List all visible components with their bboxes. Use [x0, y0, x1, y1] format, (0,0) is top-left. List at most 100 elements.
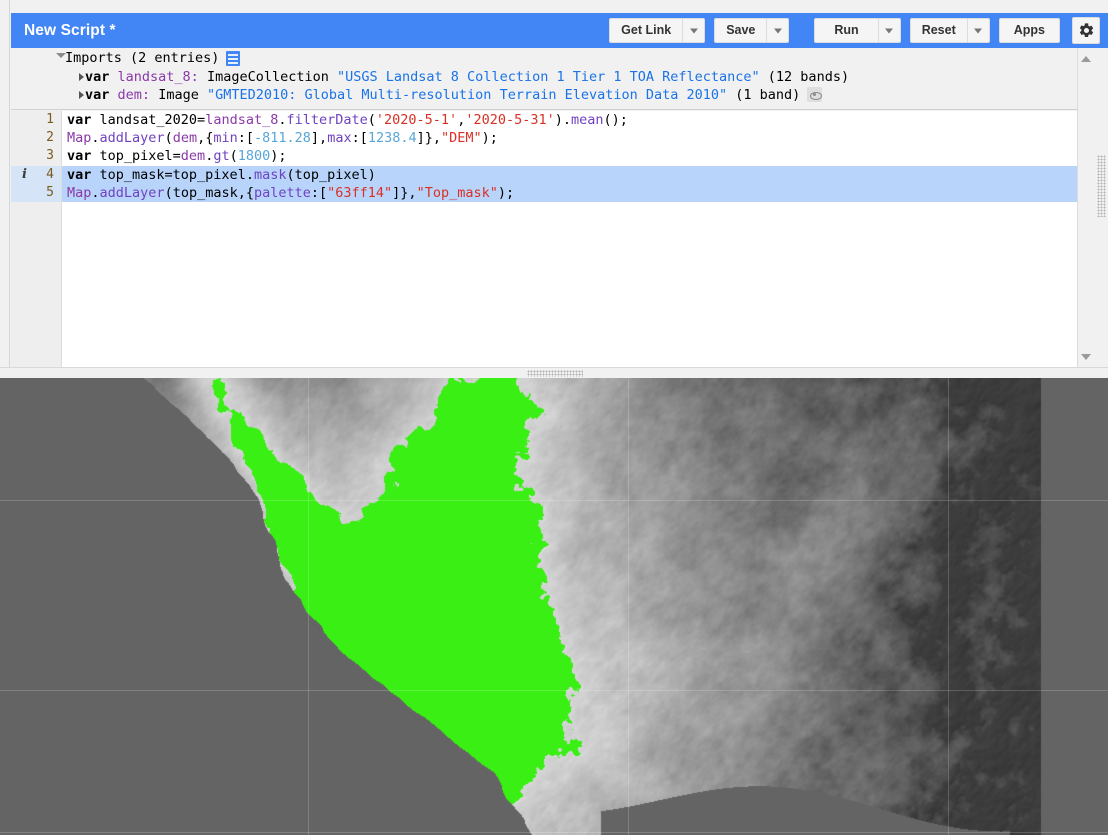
code-token: filterDate	[286, 112, 368, 128]
reset-button[interactable]: Reset	[909, 18, 968, 43]
panel-resize-grip[interactable]	[1097, 155, 1106, 217]
code-line[interactable]: 2 Map.addLayer(dem,{min:[-811.28],max:[12…	[11, 129, 1094, 148]
code-line[interactable]: 5 Map.addLayer(top_mask,{palette:["63ff14…	[11, 183, 1094, 202]
map-raster-layers[interactable]	[0, 378, 1108, 835]
imports-header[interactable]: Imports (2 entries)	[11, 48, 1094, 68]
horizontal-splitter[interactable]	[0, 367, 1108, 378]
import-bands: (1 band)	[735, 87, 801, 103]
code-editor[interactable]: 1 var landsat_2020=landsat_8.filterDate('…	[11, 111, 1094, 367]
code-token: ],	[310, 130, 328, 147]
editor-vertical-scrollbar[interactable]	[1077, 48, 1094, 367]
code-token: var	[67, 148, 92, 165]
get-link-button[interactable]: Get Link	[609, 18, 684, 43]
chevron-down-icon[interactable]	[56, 53, 66, 58]
code-token: top_mask=top_pixel.	[91, 166, 254, 183]
apps-button[interactable]: Apps	[998, 18, 1060, 43]
code-token: "Top_mask"	[416, 184, 498, 201]
script-title: New Script *	[24, 21, 116, 39]
get-link-dropdown-icon[interactable]	[683, 18, 706, 43]
code-token: .	[91, 184, 100, 201]
panel-left-strip	[0, 0, 10, 368]
note-list-icon[interactable]	[226, 50, 241, 66]
code-token: (	[367, 112, 376, 128]
line-number: 5	[11, 183, 62, 202]
line-number: 2	[11, 129, 62, 148]
import-bands: (12 bands)	[767, 69, 850, 85]
scroll-down-icon[interactable]	[1078, 348, 1095, 365]
code-token: gt	[213, 148, 230, 165]
settings-button[interactable]	[1072, 17, 1100, 44]
code-lines: 1 var landsat_2020=landsat_8.filterDate('…	[11, 111, 1094, 202]
code-line-text: Map.addLayer(dem,{min:[-811.28],max:[123…	[62, 129, 498, 147]
run-button[interactable]: Run	[814, 18, 879, 43]
splitter-grip-icon[interactable]	[527, 370, 583, 377]
save-dropdown-icon[interactable]	[767, 18, 790, 43]
code-token: ,{	[197, 130, 214, 147]
panel-top-strip	[0, 0, 1108, 12]
code-token: 1238.4	[367, 130, 417, 147]
imports-panel: Imports (2 entries) var landsat_8: Image…	[11, 48, 1094, 110]
run-dropdown-icon[interactable]	[878, 18, 901, 43]
code-token: :[	[310, 184, 328, 201]
info-marker-icon[interactable]: i	[22, 166, 27, 184]
code-line-text: Map.addLayer(top_mask,{palette:["63ff14"…	[62, 184, 514, 202]
eye-icon[interactable]	[807, 87, 823, 102]
code-token: :[	[351, 130, 368, 147]
import-description: "USGS Landsat 8 Collection 1 Tier 1 TOA …	[337, 69, 760, 85]
code-token: top_pixel=	[91, 148, 181, 165]
code-token: 1800	[237, 148, 271, 165]
import-entry-dem[interactable]: var dem: Image "GMTED2010: Global Multi-…	[11, 86, 1094, 104]
code-token: mean	[571, 112, 604, 128]
gear-icon	[1079, 23, 1093, 37]
code-token: -811.28	[254, 130, 311, 147]
chevron-right-icon[interactable]	[79, 91, 84, 99]
code-token: ();	[603, 112, 628, 128]
map-viewport[interactable]	[0, 378, 1108, 835]
code-line-text: var top_pixel=dem.gt(1800);	[62, 147, 287, 165]
code-token: '2020-5-1'	[375, 112, 458, 128]
run-group: Run	[814, 18, 901, 43]
scroll-up-icon[interactable]	[1078, 50, 1095, 67]
earth-engine-code-editor: New Script * Get Link Save Run Reset App…	[0, 0, 1108, 835]
save-button[interactable]: Save	[714, 18, 768, 43]
import-name: dem:	[117, 87, 151, 103]
code-token: "63ff14"	[327, 184, 393, 201]
code-token: "DEM"	[441, 130, 482, 147]
code-token: ]},	[392, 184, 417, 201]
reset-dropdown-icon[interactable]	[967, 18, 990, 43]
code-line-text: var top_mask=top_pixel.mask(top_pixel)	[62, 166, 376, 184]
code-token: dem	[172, 130, 198, 147]
code-token: addLayer	[99, 130, 165, 147]
line-number: 1	[11, 111, 62, 130]
code-token: addLayer	[99, 184, 165, 201]
code-token: var	[67, 166, 92, 183]
code-token: Map	[67, 130, 92, 147]
editor-panel: New Script * Get Link Save Run Reset App…	[0, 0, 1108, 368]
titlebar: New Script * Get Link Save Run Reset App…	[11, 13, 1108, 48]
code-token: );	[481, 130, 498, 147]
apps-group: Apps	[998, 18, 1060, 43]
code-token: :[	[237, 130, 255, 147]
code-line[interactable]: 1 var landsat_2020=landsat_8.filterDate('…	[11, 111, 1094, 130]
import-name: landsat_8:	[117, 69, 199, 85]
import-type: ImageCollection	[206, 69, 329, 85]
code-line[interactable]: i 4 var top_mask=top_pixel.mask(top_pixel)	[11, 165, 1094, 184]
code-token: landsat_2020=	[91, 112, 206, 128]
gutter-filler	[11, 202, 62, 367]
code-token: palette	[253, 184, 311, 201]
import-type: Image	[158, 87, 199, 103]
import-entry-landsat-8[interactable]: var landsat_8: ImageCollection "USGS Lan…	[11, 68, 1094, 86]
import-keyword: var	[85, 69, 110, 85]
code-token: max	[327, 130, 352, 147]
code-token: ).	[554, 112, 571, 128]
get-link-group: Get Link	[609, 18, 706, 43]
code-token: Map	[67, 184, 92, 201]
code-token: (	[229, 148, 238, 165]
chevron-right-icon[interactable]	[79, 73, 84, 81]
code-token: dem	[180, 148, 206, 165]
code-token: var	[67, 112, 92, 128]
code-token: );	[497, 184, 515, 201]
code-token: (	[164, 130, 173, 147]
code-line[interactable]: 3 var top_pixel=dem.gt(1800);	[11, 147, 1094, 166]
code-line-text: var landsat_2020=landsat_8.filterDate('2…	[62, 111, 628, 129]
